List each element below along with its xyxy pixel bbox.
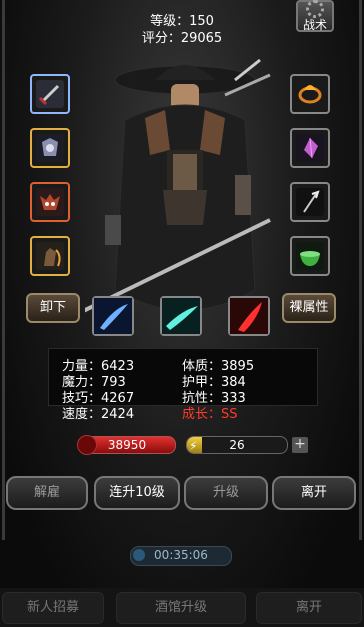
leave-button[interactable]: 离开 [272, 476, 356, 510]
unequip-button[interactable]: 卸下 [26, 293, 80, 323]
bottom-nav: 新人招募 酒馆升级 离开 [0, 588, 364, 627]
gear-icon [306, 0, 324, 18]
hero-portrait [85, 58, 271, 313]
equip-slot-ring[interactable] [290, 74, 330, 114]
dismiss-button[interactable]: 解雇 [6, 476, 88, 510]
level-up-10-button[interactable]: 连升10级 [94, 476, 180, 510]
tavern-upgrade-button[interactable]: 酒馆升级 [116, 592, 246, 624]
stat-strength: 力量：6423 [62, 359, 135, 374]
equip-slot-gloves[interactable] [30, 236, 70, 276]
upgrade-button[interactable]: 升级 [184, 476, 268, 510]
red-blade-icon [230, 298, 268, 334]
fire-ring-icon [296, 80, 324, 108]
equip-slot-gem[interactable] [290, 128, 330, 168]
stat-skill: 技巧：4267 [62, 391, 135, 406]
hp-value: 38950 [107, 438, 147, 452]
stat-armor: 护甲：384 [182, 375, 246, 390]
tactics-button[interactable]: 战术 [296, 0, 334, 32]
clock-icon [133, 549, 145, 561]
skill-slot-3[interactable] [228, 296, 270, 336]
stat-growth: 成长：SS [182, 407, 238, 422]
crystal-gem-icon [296, 134, 324, 162]
trident-icon [296, 188, 324, 216]
add-energy-button[interactable]: + [292, 437, 308, 453]
base-attributes-button[interactable]: 裸属性 [282, 293, 336, 323]
stat-resistance: 抗性：333 [182, 391, 246, 406]
blue-slash-icon [94, 298, 132, 334]
jade-bowl-icon [296, 242, 324, 270]
timer: 00:35:06 [130, 546, 232, 566]
stat-speed: 速度：2424 [62, 407, 135, 422]
equip-slot-staff[interactable] [290, 182, 330, 222]
equip-slot-weapon[interactable] [30, 74, 70, 114]
cyan-wind-icon [162, 298, 200, 334]
hp-bar: 38950 [77, 435, 176, 455]
heart-icon [77, 435, 97, 455]
skill-slot-2[interactable] [160, 296, 202, 336]
lightning-icon: ⚡ [189, 439, 198, 453]
tactics-label: 战术 [302, 18, 327, 32]
armor-icon [36, 134, 64, 162]
skill-slot-1[interactable] [92, 296, 134, 336]
energy-value: 26 [229, 438, 245, 452]
stat-magic: 魔力：793 [62, 375, 126, 390]
demon-mask-icon [36, 188, 64, 216]
equip-slot-armor[interactable] [30, 128, 70, 168]
equip-slot-helm[interactable] [30, 182, 70, 222]
timer-value: 00:35:06 [154, 548, 208, 562]
equip-slot-accessory[interactable] [290, 236, 330, 276]
stat-constitution: 体质：3895 [182, 359, 255, 374]
dagger-icon [36, 80, 64, 108]
recruit-button[interactable]: 新人招募 [2, 592, 104, 624]
bottom-leave-button[interactable]: 离开 [256, 592, 362, 624]
claw-glove-icon [36, 242, 64, 270]
energy-bar: ⚡ 26 [186, 436, 288, 454]
